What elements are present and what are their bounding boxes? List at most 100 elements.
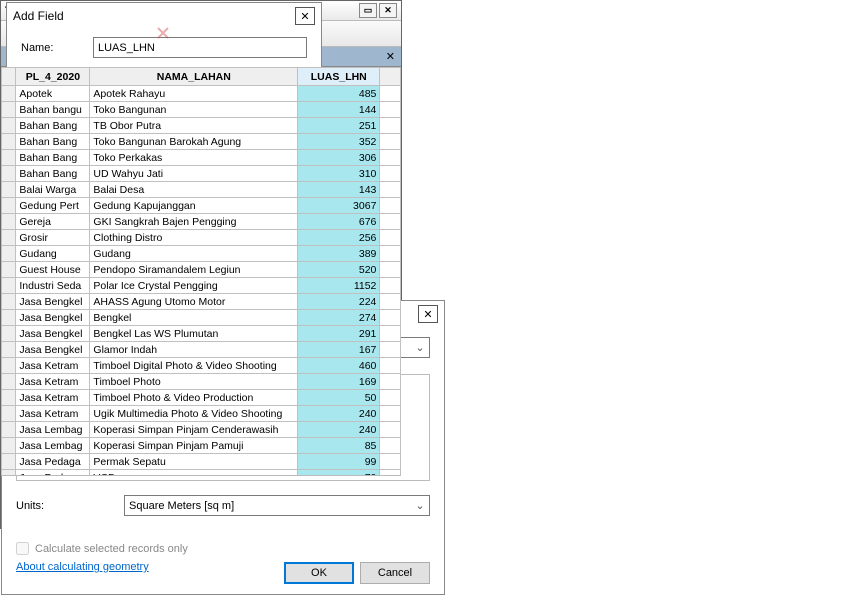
cell-pl[interactable]: Gedung Pert	[16, 198, 90, 214]
units-select[interactable]: Square Meters [sq m] ⌄	[124, 495, 430, 516]
cell-extra[interactable]	[380, 358, 401, 374]
cell-pl[interactable]: Bahan Bang	[16, 118, 90, 134]
row-selector[interactable]	[2, 374, 16, 390]
cell-luas[interactable]: 240	[298, 422, 380, 438]
table-row[interactable]: Jasa KetramTimboel Photo & Video Product…	[2, 390, 401, 406]
table-row[interactable]: Gedung PertGedung Kapujanggan3067	[2, 198, 401, 214]
row-selector[interactable]	[2, 294, 16, 310]
table-row[interactable]: Jasa BengkelBengkel274	[2, 310, 401, 326]
cell-luas[interactable]: 352	[298, 134, 380, 150]
cell-nama[interactable]: Apotek Rahayu	[90, 86, 298, 102]
cell-nama[interactable]: TB Obor Putra	[90, 118, 298, 134]
table-row[interactable]: Jasa BengkelBengkel Las WS Plumutan291	[2, 326, 401, 342]
cell-extra[interactable]	[380, 422, 401, 438]
cell-pl[interactable]: Jasa Ketram	[16, 390, 90, 406]
cell-nama[interactable]: VCD	[90, 470, 298, 477]
cell-nama[interactable]: Pendopo Siramandalem Legiun	[90, 262, 298, 278]
cell-pl[interactable]: Jasa Pedaga	[16, 470, 90, 477]
col-header-luas[interactable]: LUAS_LHN	[298, 68, 380, 86]
cell-extra[interactable]	[380, 470, 401, 477]
ok-button[interactable]: OK	[284, 562, 354, 584]
cell-pl[interactable]: Guest House	[16, 262, 90, 278]
table-row[interactable]: Jasa BengkelAHASS Agung Utomo Motor224	[2, 294, 401, 310]
table-row[interactable]: Bahan banguToko Bangunan144	[2, 102, 401, 118]
cell-pl[interactable]: Bahan Bang	[16, 134, 90, 150]
cell-luas[interactable]: 240	[298, 406, 380, 422]
cell-extra[interactable]	[380, 454, 401, 470]
cell-luas[interactable]: 389	[298, 246, 380, 262]
cell-luas[interactable]: 306	[298, 150, 380, 166]
cell-nama[interactable]: AHASS Agung Utomo Motor	[90, 294, 298, 310]
row-selector[interactable]	[2, 214, 16, 230]
col-header-nama[interactable]: NAMA_LAHAN	[90, 68, 298, 86]
cell-luas[interactable]: 676	[298, 214, 380, 230]
cell-pl[interactable]: Apotek	[16, 86, 90, 102]
cell-extra[interactable]	[380, 102, 401, 118]
table-row[interactable]: GudangGudang389	[2, 246, 401, 262]
cell-pl[interactable]: Grosir	[16, 230, 90, 246]
cell-pl[interactable]: Jasa Ketram	[16, 358, 90, 374]
table-row[interactable]: Industri SedaPolar Ice Crystal Pengging1…	[2, 278, 401, 294]
row-selector[interactable]	[2, 342, 16, 358]
cell-nama[interactable]: Toko Bangunan	[90, 102, 298, 118]
cell-pl[interactable]: Bahan bangu	[16, 102, 90, 118]
cell-luas[interactable]: 520	[298, 262, 380, 278]
row-selector[interactable]	[2, 182, 16, 198]
cell-nama[interactable]: Bengkel Las WS Plumutan	[90, 326, 298, 342]
table-row[interactable]: Bahan BangToko Bangunan Barokah Agung352	[2, 134, 401, 150]
close-button[interactable]: ✕	[418, 305, 438, 323]
cell-luas[interactable]: 167	[298, 342, 380, 358]
cell-extra[interactable]	[380, 182, 401, 198]
cell-extra[interactable]	[380, 134, 401, 150]
row-selector[interactable]	[2, 102, 16, 118]
cell-pl[interactable]: Gereja	[16, 214, 90, 230]
row-selector[interactable]	[2, 422, 16, 438]
cell-nama[interactable]: Koperasi Simpan Pinjam Cenderawasih	[90, 422, 298, 438]
row-selector[interactable]	[2, 118, 16, 134]
close-layer-button[interactable]: ✕	[386, 50, 395, 63]
table-row[interactable]: GerejaGKI Sangkrah Bajen Pengging676	[2, 214, 401, 230]
cell-pl[interactable]: Jasa Bengkel	[16, 342, 90, 358]
cell-pl[interactable]: Jasa Bengkel	[16, 294, 90, 310]
cell-pl[interactable]: Bahan Bang	[16, 150, 90, 166]
close-button[interactable]: ✕	[295, 7, 315, 25]
cell-nama[interactable]: Gudang	[90, 246, 298, 262]
cell-pl[interactable]: Jasa Lembag	[16, 438, 90, 454]
row-selector[interactable]	[2, 438, 16, 454]
cell-nama[interactable]: UD Wahyu Jati	[90, 166, 298, 182]
row-selector[interactable]	[2, 198, 16, 214]
row-selector[interactable]	[2, 470, 16, 477]
cell-extra[interactable]	[380, 198, 401, 214]
cell-luas[interactable]: 143	[298, 182, 380, 198]
table-row[interactable]: Balai WargaBalai Desa143	[2, 182, 401, 198]
cell-nama[interactable]: Bengkel	[90, 310, 298, 326]
cell-luas[interactable]: 256	[298, 230, 380, 246]
cell-extra[interactable]	[380, 390, 401, 406]
table-row[interactable]: Jasa LembagKoperasi Simpan Pinjam Pamuji…	[2, 438, 401, 454]
about-link[interactable]: About calculating geometry	[16, 561, 149, 573]
col-header-extra[interactable]	[380, 68, 401, 86]
table-row[interactable]: Jasa BengkelGlamor Indah167	[2, 342, 401, 358]
cell-pl[interactable]: Jasa Bengkel	[16, 326, 90, 342]
data-grid[interactable]: PL_4_2020 NAMA_LAHAN LUAS_LHN ApotekApot…	[1, 67, 401, 476]
cell-luas[interactable]: 485	[298, 86, 380, 102]
cell-pl[interactable]: Jasa Ketram	[16, 374, 90, 390]
cell-extra[interactable]	[380, 214, 401, 230]
table-row[interactable]: Bahan BangToko Perkakas306	[2, 150, 401, 166]
cell-pl[interactable]: Balai Warga	[16, 182, 90, 198]
row-selector[interactable]	[2, 406, 16, 422]
row-selector[interactable]	[2, 358, 16, 374]
table-row[interactable]: Bahan BangTB Obor Putra251	[2, 118, 401, 134]
cell-luas[interactable]: 460	[298, 358, 380, 374]
table-row[interactable]: Jasa KetramTimboel Digital Photo & Video…	[2, 358, 401, 374]
cancel-button[interactable]: Cancel	[360, 562, 430, 584]
cell-nama[interactable]: Koperasi Simpan Pinjam Pamuji	[90, 438, 298, 454]
cell-extra[interactable]	[380, 438, 401, 454]
cell-luas[interactable]: 85	[298, 438, 380, 454]
cell-extra[interactable]	[380, 246, 401, 262]
cell-extra[interactable]	[380, 166, 401, 182]
cell-pl[interactable]: Jasa Pedaga	[16, 454, 90, 470]
delete-selection-icon[interactable]	[154, 24, 174, 44]
cell-pl[interactable]: Bahan Bang	[16, 166, 90, 182]
name-input[interactable]	[93, 37, 307, 58]
